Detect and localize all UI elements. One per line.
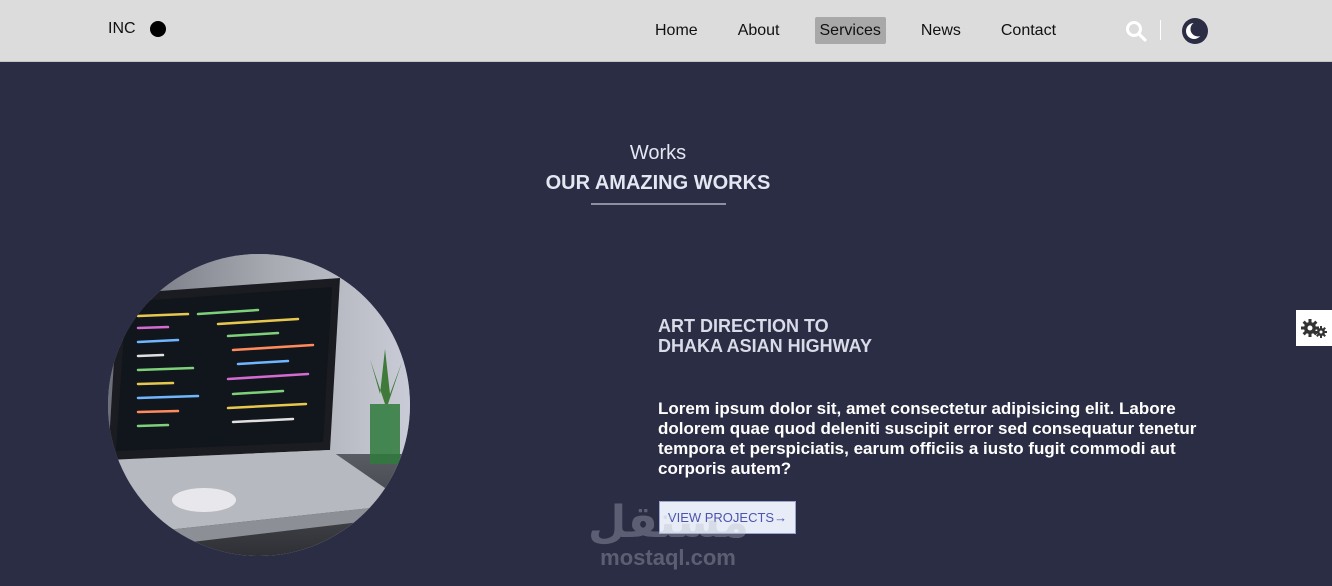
brand-dot-icon	[149, 21, 166, 37]
section-kicker: Works	[629, 142, 687, 164]
laptop-illustration	[108, 254, 410, 556]
watermark: مستقل mostaql.com	[588, 497, 749, 570]
nav-link-about[interactable]: About	[733, 17, 785, 44]
nav-link-contact[interactable]: Contact	[996, 17, 1061, 44]
search-icon[interactable]	[1124, 19, 1148, 43]
moon-icon[interactable]	[1181, 17, 1209, 45]
watermark-arabic: مستقل	[588, 497, 749, 548]
gears-icon[interactable]	[1296, 310, 1332, 346]
nav-links: Home About Services News Contact	[650, 17, 1091, 44]
brand-name: INC	[108, 20, 136, 37]
work-description: Lorem ipsum dolor sit, amet consectetur …	[658, 399, 1197, 478]
nav-divider	[1160, 20, 1161, 40]
title-underline	[591, 203, 726, 205]
nav-link-services[interactable]: Services	[814, 17, 886, 44]
brand[interactable]: INC	[108, 20, 166, 38]
work-image	[108, 254, 410, 556]
section-title: OUR AMAZING WORKS	[545, 172, 771, 194]
work-title: ART DIRECTION TO DHAKA ASIAN HIGHWAY	[658, 316, 873, 356]
watermark-latin: mostaql.com	[600, 545, 736, 570]
nav-link-home[interactable]: Home	[650, 17, 703, 44]
navbar: INC Home About Services News Contact	[0, 0, 1332, 62]
nav-link-news[interactable]: News	[916, 17, 966, 44]
